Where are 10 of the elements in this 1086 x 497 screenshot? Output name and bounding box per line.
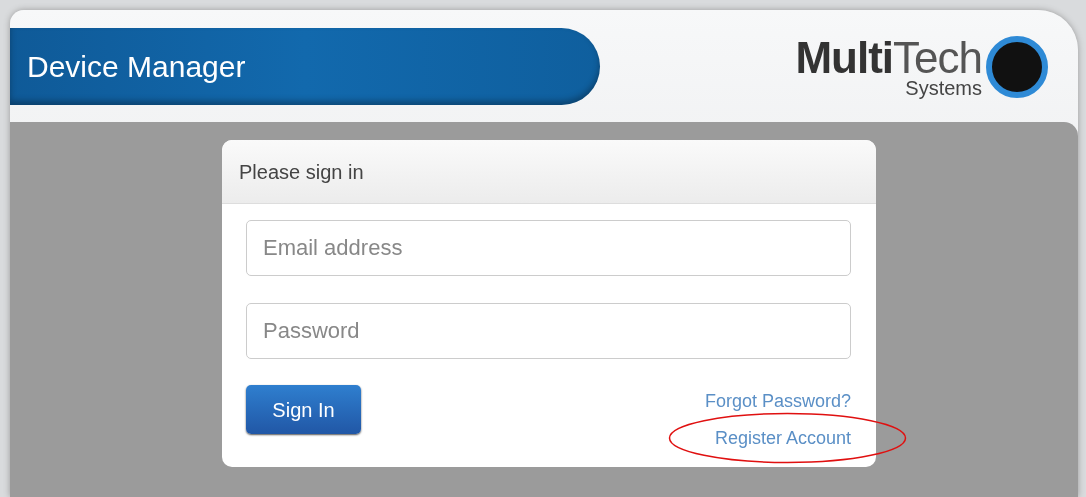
input-field[interactable]: Password xyxy=(246,303,851,359)
app-title: Device Manager xyxy=(27,49,246,85)
text-link[interactable]: Forgot Password? xyxy=(704,391,851,411)
card-heading: Please sign in xyxy=(239,159,364,185)
logo-ring-icon xyxy=(986,36,1048,98)
logo-subtitle: Systems xyxy=(905,78,982,98)
sign-in-button[interactable]: Sign In xyxy=(246,385,361,434)
logo-wordmark: Multi xyxy=(795,36,894,80)
input-field[interactable]: Email address xyxy=(246,220,851,276)
logo-wordmark: Tech xyxy=(893,36,982,80)
